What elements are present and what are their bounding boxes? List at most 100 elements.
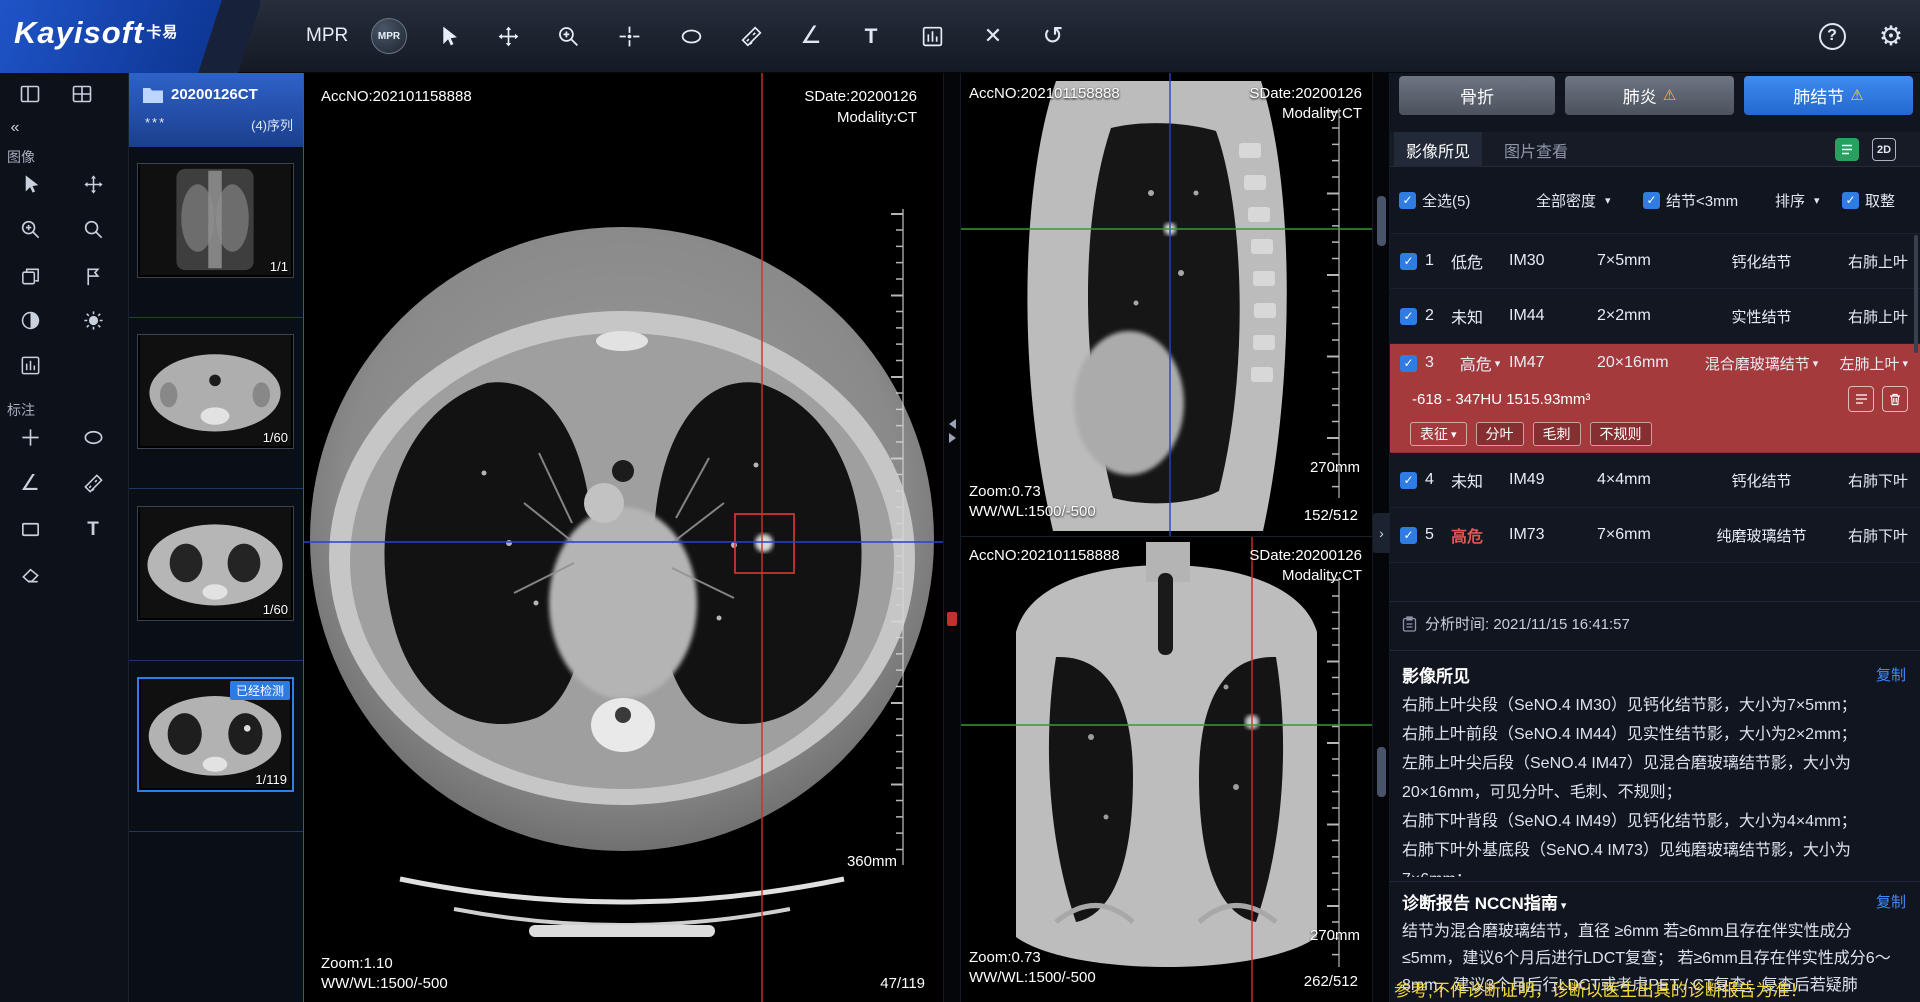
sb-copy-tool[interactable] [10, 257, 50, 295]
row-checkbox[interactable]: ✓ [1400, 527, 1417, 544]
sb-angle-annot[interactable]: ∠ [10, 464, 50, 502]
nodule-list-scrollbar[interactable] [1914, 235, 1918, 353]
series-item-selected[interactable]: 已经检测 1/119 [129, 661, 303, 832]
coronal-viewport[interactable]: AccNO:202101158888 SDate:20200126 Modali… [961, 537, 1372, 1002]
sb-zoom-in-tool[interactable] [10, 210, 50, 248]
sb-magnify-tool[interactable] [73, 210, 113, 248]
crosshair-tool-button[interactable] [607, 14, 651, 58]
nodule-size: 7×5mm [1597, 252, 1701, 270]
sb-invert-tool[interactable] [10, 301, 50, 339]
left-tool-sidebar: « 图像 标注 [0, 73, 129, 1002]
sb-flag-tool[interactable] [73, 257, 113, 295]
study-header[interactable]: 20200126CT *** (4)序列 [129, 73, 303, 147]
settings-button[interactable]: ⚙ [1869, 14, 1913, 58]
gear-icon: ⚙ [1879, 23, 1903, 50]
checkbox-checked[interactable]: ✓ [1399, 192, 1416, 209]
series-item[interactable]: 1/60 [129, 490, 303, 661]
lung-nodule-tab-button[interactable]: 肺结节 ⚠ [1744, 76, 1913, 115]
move-tool-button[interactable] [486, 14, 530, 58]
nodule-row-3-selected[interactable]: ✓ 3 高危▾ IM47 20×16mm 混合磨玻璃结节▾ 左肺上叶▾ -618… [1390, 344, 1920, 453]
angle-tool-button[interactable]: ∠ [789, 14, 833, 58]
density-filter-dropdown[interactable]: 全部密度 ▾ [1536, 181, 1611, 219]
divider-drag-handle[interactable] [945, 416, 959, 446]
angle-icon: ∠ [20, 472, 40, 494]
reset-tool-button[interactable]: ↺ [1031, 14, 1075, 58]
series-item[interactable]: 1/1 [129, 147, 303, 318]
cursor-tool-button[interactable] [426, 14, 470, 58]
sb-text-annot[interactable]: T [73, 510, 113, 548]
close-tool-button[interactable]: ✕ [971, 14, 1015, 58]
caret-down-icon: ▾ [1451, 428, 1457, 441]
sb-ruler-annot[interactable] [73, 464, 113, 502]
fracture-tab-button[interactable]: 骨折 [1399, 76, 1555, 115]
series-item[interactable]: 1/60 [129, 318, 303, 489]
window-level-tool-button[interactable] [910, 14, 954, 58]
series-thumbnail-ct[interactable]: 1/60 [137, 506, 294, 621]
zoom-in-tool-button[interactable] [546, 14, 590, 58]
layout-grid-button[interactable] [10, 75, 50, 113]
pneumonia-tab-button[interactable]: 肺炎 ⚠ [1565, 76, 1734, 115]
delete-nodule-button[interactable] [1882, 386, 1908, 412]
tab-findings[interactable]: 影像所见 [1394, 132, 1482, 167]
nodule-row-2[interactable]: ✓ 2 未知 IM44 2×2mm 实性结节 右肺上叶 [1390, 289, 1920, 344]
text-tool-button[interactable]: T [849, 14, 893, 58]
nodule-row-3-header[interactable]: ✓ 3 高危▾ IM47 20×16mm 混合磨玻璃结节▾ 左肺上叶▾ [1390, 344, 1920, 382]
sagittal-viewport[interactable]: AccNO:202101158888 SDate:20200126 Modali… [961, 73, 1372, 537]
sb-eraser-annot[interactable] [10, 555, 50, 593]
series-thumbnail-ct[interactable]: 1/60 [137, 334, 294, 449]
scale-label: 270mm [1310, 927, 1360, 944]
layout-split-icon [70, 82, 94, 106]
layout-split-button[interactable] [62, 75, 102, 113]
2d-toggle-button[interactable]: 2D [1872, 138, 1896, 161]
sort-label: 排序 [1775, 190, 1805, 211]
panel-collapse-handle[interactable]: › [1373, 513, 1390, 553]
copy-report-button[interactable]: 复制 [1876, 891, 1906, 912]
app-root: Kayisoft卡易 MPR MPR ∠ T [0, 0, 1920, 1002]
nodule-row-1[interactable]: ✓ 1 低危 IM30 7×5mm 钙化结节 右肺上叶 [1390, 234, 1920, 289]
axial-viewport[interactable]: AccNO:202101158888 SDate:20200126 Modali… [304, 73, 943, 1002]
sort-dropdown[interactable]: 排序 ▾ [1775, 181, 1820, 219]
type-dropdown[interactable]: 混合磨玻璃结节▾ [1701, 353, 1822, 374]
caret-down-icon[interactable]: ▾ [1561, 900, 1567, 912]
slice-position-marker[interactable] [947, 612, 957, 626]
row-checkbox[interactable]: ✓ [1400, 355, 1417, 372]
small-nodule-checkbox[interactable]: ✓ 结节<3mm [1643, 181, 1738, 219]
traits-dropdown[interactable]: 表征▾ [1410, 422, 1467, 446]
trait-chip-spiculation[interactable]: 毛刺 [1533, 422, 1581, 446]
zoom-in-icon [556, 24, 581, 49]
ruler-tool-button[interactable] [729, 14, 773, 58]
coronal-scrollbar-thumb[interactable] [1377, 747, 1386, 797]
nodule-row-4[interactable]: ✓ 4 未知 IM49 4×4mm 钙化结节 右肺下叶 [1390, 453, 1920, 508]
trait-chip-lobulation[interactable]: 分叶 [1476, 422, 1524, 446]
checkbox-checked[interactable]: ✓ [1643, 192, 1660, 209]
row-checkbox[interactable]: ✓ [1400, 253, 1417, 270]
sb-cursor-tool[interactable] [10, 165, 50, 203]
row-checkbox[interactable]: ✓ [1400, 472, 1417, 489]
series-panel: 20200126CT *** (4)序列 1/1 [129, 73, 304, 1002]
location-dropdown[interactable]: 左肺上叶▾ [1822, 353, 1908, 374]
mpr-tool-button[interactable]: MPR [367, 14, 411, 58]
checkbox-checked[interactable]: ✓ [1842, 192, 1859, 209]
tab-picture-view[interactable]: 图片查看 [1492, 132, 1580, 167]
select-all-checkbox[interactable]: ✓ 全选(5) [1399, 181, 1470, 219]
nodule-row-5[interactable]: ✓ 5 高危 IM73 7×6mm 纯磨玻璃结节 右肺下叶 [1390, 508, 1920, 563]
trait-chip-irregular[interactable]: 不规则 [1590, 422, 1652, 446]
locate-nodule-button[interactable] [1848, 386, 1874, 412]
sb-crosshair-annot[interactable] [10, 418, 50, 456]
row-checkbox[interactable]: ✓ [1400, 308, 1417, 325]
help-button[interactable]: ? [1810, 14, 1854, 58]
series-thumbnail-scout[interactable]: 1/1 [137, 163, 294, 278]
sb-rectangle-annot[interactable] [10, 510, 50, 548]
sb-brightness-tool[interactable] [73, 301, 113, 339]
sb-window-level-tool[interactable] [10, 346, 50, 384]
series-thumbnail-ct-selected[interactable]: 已经检测 1/119 [137, 677, 294, 792]
collapse-sidebar-button[interactable]: « [4, 117, 26, 139]
round-checkbox[interactable]: ✓ 取整 [1842, 181, 1895, 219]
risk-dropdown[interactable]: 高危▾ [1451, 351, 1509, 375]
ellipse-tool-button[interactable] [669, 14, 713, 58]
sagittal-scrollbar-thumb[interactable] [1377, 196, 1386, 246]
sb-move-tool[interactable] [73, 165, 113, 203]
report-icon-button[interactable] [1835, 138, 1859, 161]
copy-findings-button[interactable]: 复制 [1876, 664, 1906, 685]
sb-ellipse-annot[interactable] [73, 418, 113, 456]
